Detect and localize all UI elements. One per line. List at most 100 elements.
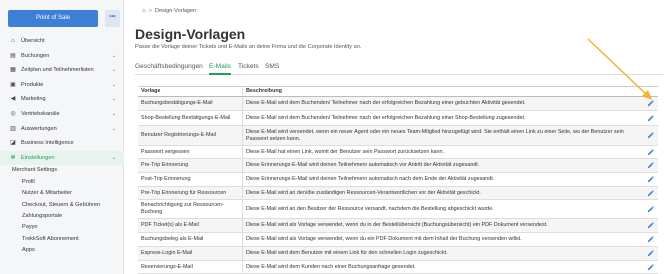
pencil-icon[interactable] bbox=[647, 250, 654, 257]
edit-cell bbox=[643, 233, 658, 246]
column-header-description: Beschreibung bbox=[246, 88, 282, 95]
settings-sub-item[interactable]: Profil bbox=[0, 177, 124, 188]
template-name: Buchungsbeleg als E-Mail bbox=[138, 233, 243, 246]
table-row: Express-Login E-Mail Diese E-Mail wird de… bbox=[138, 247, 658, 261]
gear-icon: ✻ bbox=[10, 154, 16, 161]
house-icon: ⌂ bbox=[11, 38, 15, 44]
calendar-icon: ▦ bbox=[10, 67, 16, 74]
template-description: Diese E-Mail wird dem Benutzer mit einem… bbox=[246, 250, 448, 257]
sidebar-item-7[interactable]: ◪ Business Intelligence bbox=[0, 136, 124, 151]
globe-icon: ◎ bbox=[10, 110, 16, 117]
sidebar-item-label: Produkte bbox=[21, 81, 44, 88]
cart-icon: ▤ bbox=[10, 52, 16, 59]
template-name: Reservierungs-E-Mail bbox=[138, 261, 243, 273]
edit-cell bbox=[643, 146, 658, 158]
pencil-icon[interactable] bbox=[647, 148, 654, 156]
pencil-icon[interactable] bbox=[647, 205, 654, 213]
sidebar-item-1[interactable]: ▤ Buchungen ⌄ bbox=[0, 49, 124, 64]
sidebar-item-label: Marketing bbox=[21, 96, 46, 103]
sidebar-item-label: Vertriebskanäle bbox=[21, 110, 60, 117]
main-content: ⌂ > Design-Vorlagen Design-Vorlagen Passe … bbox=[124, 0, 670, 274]
pencil-icon[interactable] bbox=[647, 132, 654, 139]
table-row: Buchungsbeleg als E-Mail Diese E-Mail wir… bbox=[138, 233, 658, 247]
template-description: Diese E-Mail wird dem Buchenden/ Teilneh… bbox=[246, 114, 526, 121]
settings-sub-item[interactable]: TrekkSoft Abonnement bbox=[0, 234, 124, 245]
table-row: PDF Ticket(s) als E-Mail Diese E-Mail wir… bbox=[138, 219, 658, 233]
pencil-icon[interactable] bbox=[647, 236, 654, 243]
pencil-icon[interactable] bbox=[647, 176, 654, 183]
template-name: Pre-Trip Erinnerung bbox=[138, 159, 243, 172]
box-icon: ▣ bbox=[10, 81, 16, 88]
pencil-icon[interactable] bbox=[647, 162, 654, 169]
point-of-sale-button[interactable]: Point of Sale bbox=[8, 10, 98, 27]
table-row: Pre-Trip Erinnerung Diese Erinnerungs-E-M… bbox=[138, 159, 658, 173]
template-description: Diese E-Mail wird an den/die zuständigen… bbox=[246, 189, 481, 196]
home-icon[interactable]: ⌂ bbox=[142, 8, 146, 14]
tab-3[interactable]: SMS bbox=[265, 61, 279, 75]
pencil-icon[interactable] bbox=[647, 222, 654, 229]
template-description: Diese E-Mail wird versendet, wenn ein ne… bbox=[246, 128, 624, 142]
sidebar-item-5[interactable]: ◎ Vertriebskanäle ⌄ bbox=[0, 107, 124, 122]
pencil-icon[interactable] bbox=[647, 100, 654, 107]
settings-section-header[interactable]: Merchant Settings bbox=[0, 165, 124, 177]
templates-table: Vorlage Beschreibung Buchungsbestätigung… bbox=[138, 86, 658, 274]
edit-cell bbox=[643, 219, 658, 232]
table-row: Post-Trip Erinnerung Diese Erinnerungs-E-… bbox=[138, 173, 658, 187]
edit-cell bbox=[643, 97, 658, 110]
chevron-down-icon: ⌄ bbox=[111, 154, 116, 161]
sidebar-item-label: Zeitplan und Teilnehmerlisten bbox=[21, 67, 94, 74]
sidebar-nav: ⌂ Übersicht ▤ Buchungen ⌄ ▦ Zeitplan und Teiln… bbox=[0, 34, 124, 256]
template-description: Diese E-Mail wird dem Buchenden/ Teilneh… bbox=[246, 100, 526, 107]
sidebar-item-2[interactable]: ▦ Zeitplan und Teilnehmerlisten ⌄ bbox=[0, 63, 124, 78]
edit-cell bbox=[643, 111, 658, 125]
tab-1[interactable]: E-Mails bbox=[209, 61, 231, 75]
sidebar-item-0[interactable]: ⌂ Übersicht bbox=[0, 34, 124, 49]
sidebar-item-label: Auswertungen bbox=[21, 125, 57, 132]
template-description: Diese Erinnerungs-E-Mail wird deinen Tei… bbox=[246, 176, 495, 183]
edit-cell bbox=[643, 159, 658, 172]
settings-sub-item[interactable]: Nutzer & Mitarbeiter bbox=[0, 188, 124, 199]
tab-bar: Geschäftsbedingungen E-Mails Tickets SMS bbox=[135, 61, 663, 75]
template-name: Express-Login E-Mail bbox=[138, 247, 243, 260]
edit-cell bbox=[643, 247, 658, 260]
chart-icon: ▥ bbox=[10, 125, 16, 132]
pencil-icon[interactable] bbox=[647, 114, 654, 122]
sidebar-item-8[interactable]: ✻ Einstellungen ⌄ bbox=[0, 150, 124, 166]
sidebar-item-label: Buchungen bbox=[21, 52, 50, 59]
template-name: Benachrichtigung zur Ressourcen-Buchung bbox=[138, 200, 243, 218]
edit-cell bbox=[643, 261, 658, 273]
template-name: Post-Trip Erinnerung bbox=[138, 173, 243, 186]
table-row: Reservierungs-E-Mail Diese E-Mail wird de… bbox=[138, 261, 658, 274]
sidebar-item-4[interactable]: ◀ Marketing ⌄ bbox=[0, 92, 124, 107]
sidebar-item-label: Einstellungen bbox=[21, 154, 55, 161]
chevron-down-icon: ⌄ bbox=[111, 110, 116, 117]
pencil-icon[interactable] bbox=[647, 189, 654, 197]
template-name: Pre-Trip Erinnerung für Ressourcen bbox=[138, 187, 243, 199]
table-row: Buchungsbestätigungs-E-Mail Diese E-Mail … bbox=[138, 97, 658, 111]
table-row: Benachrichtigung zur Ressourcen-Buchung D… bbox=[138, 200, 658, 219]
page-subtitle: Passe die Vorlage deiner Tickets und E-M… bbox=[135, 44, 362, 50]
chevron-down-icon: ⌄ bbox=[111, 67, 116, 74]
edit-cell bbox=[643, 187, 658, 199]
pencil-icon[interactable] bbox=[647, 263, 654, 271]
sidebar-item-label: Übersicht bbox=[21, 38, 45, 44]
template-name: Shop-Bestellung Bestätigungs-E-Mail bbox=[138, 111, 243, 125]
sidebar-item-6[interactable]: ▥ Auswertungen ⌄ bbox=[0, 122, 124, 137]
template-name: Benutzer Registrierungs-E-Mail bbox=[138, 126, 243, 145]
edit-cell bbox=[643, 126, 658, 145]
settings-sub-item[interactable]: Payyo bbox=[0, 222, 124, 233]
settings-sub-item[interactable]: Apps bbox=[0, 245, 124, 256]
settings-sub-item[interactable]: Checkout, Steuern & Gebühren bbox=[0, 200, 124, 211]
breadcrumb-separator: > bbox=[148, 8, 152, 14]
sidebar-item-3[interactable]: ▣ Produkte ⌄ bbox=[0, 78, 124, 93]
sidebar: Point of Sale ••• ⌂ Übersicht ▤ Buchungen ⌄ ▦… bbox=[0, 0, 124, 274]
pos-row: Point of Sale ••• bbox=[8, 10, 140, 27]
table-row: Passwort vergessen Diese E-Mail hat einen… bbox=[138, 146, 658, 159]
sidebar-item-label: Business Intelligence bbox=[21, 140, 74, 147]
tab-2[interactable]: Tickets bbox=[238, 61, 259, 75]
template-description: Diese E-Mail wird dem Kunden nach einer … bbox=[246, 263, 416, 270]
settings-sub-item[interactable]: Zahlungsportale bbox=[0, 211, 124, 222]
megaphone-icon: ◀ bbox=[10, 96, 16, 103]
tab-0[interactable]: Geschäftsbedingungen bbox=[135, 61, 203, 75]
more-options-button[interactable]: ••• bbox=[105, 10, 120, 27]
